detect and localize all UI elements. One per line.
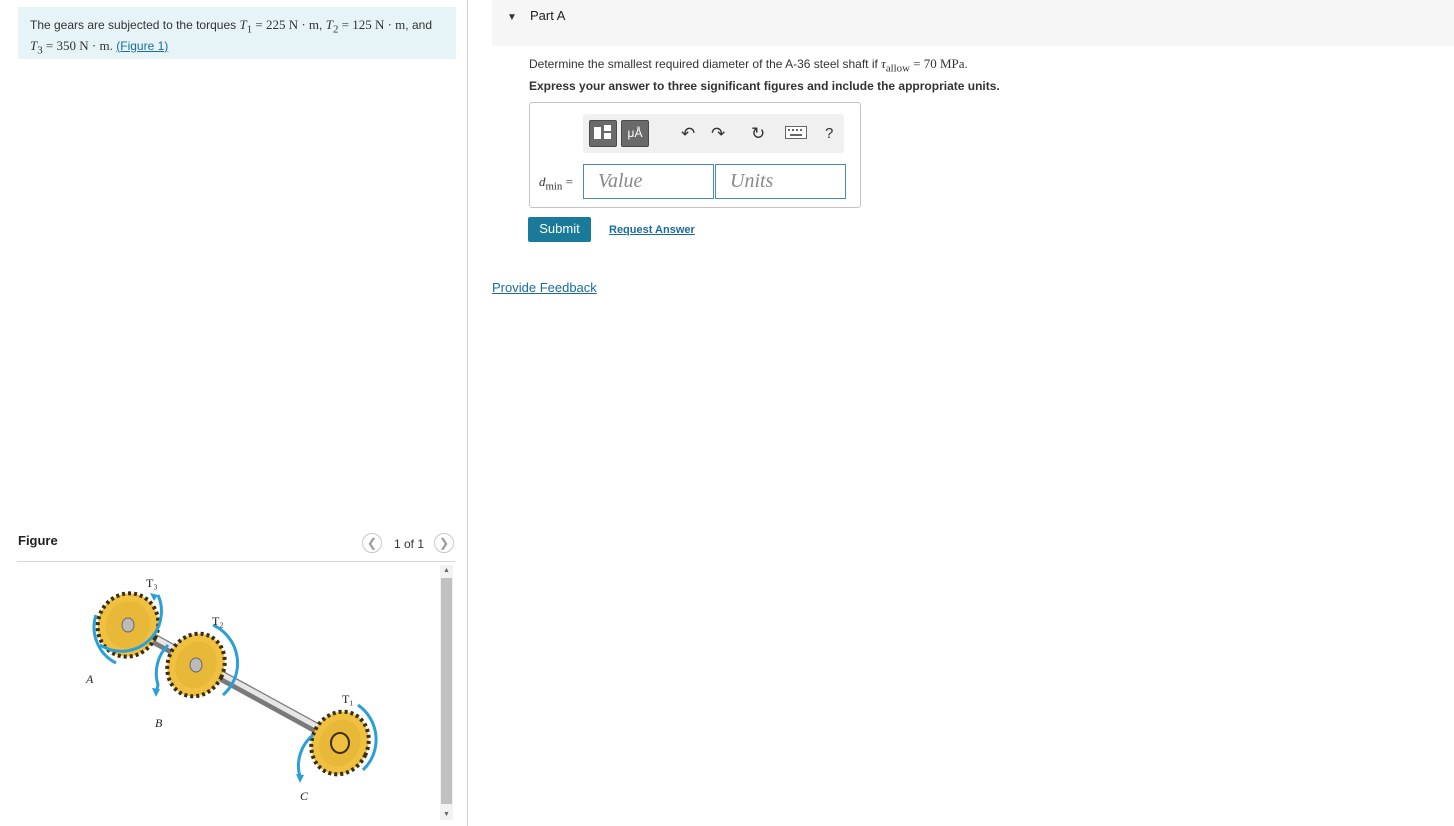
- scroll-thumb[interactable]: [441, 578, 452, 804]
- label-t3: T₃: [146, 576, 158, 590]
- keyboard-icon[interactable]: [785, 126, 807, 146]
- figure-divider: [17, 561, 455, 562]
- submit-button[interactable]: Submit: [528, 217, 591, 242]
- figure-scrollbar[interactable]: ▲ ▼: [440, 565, 453, 820]
- column-divider: [467, 0, 468, 826]
- units-tile[interactable]: μÅ: [621, 120, 649, 147]
- value-input[interactable]: Value: [583, 164, 714, 199]
- scroll-down-icon[interactable]: ▼: [440, 811, 453, 818]
- template-icon[interactable]: [589, 120, 617, 147]
- answer-box: μÅ ↶ ↷ ↻ ? dmin = Value Units: [529, 102, 861, 208]
- label-t2: T₂: [212, 614, 224, 628]
- figure-image: T₃ T₂ T₁ A B C: [18, 565, 436, 820]
- previous-figure-button[interactable]: ❮: [362, 533, 382, 553]
- gear-shaft-illustration: T₃ T₂ T₁ A B C: [85, 576, 378, 803]
- problem-statement: The gears are subjected to the torques T…: [18, 7, 456, 59]
- math-toolbar: μÅ ↶ ↷ ↻ ?: [583, 114, 844, 153]
- gear-c: [296, 703, 378, 783]
- collapse-caret-icon[interactable]: ▼: [507, 12, 517, 23]
- undo-icon[interactable]: ↶: [681, 124, 695, 144]
- t2-math: T2 = 125 N · m: [325, 17, 406, 36]
- redo-icon[interactable]: ↷: [711, 124, 725, 144]
- answer-instruction: Express your answer to three significant…: [529, 79, 1000, 93]
- t3-math: T3 = 350 N · m: [30, 37, 110, 57]
- figure-link[interactable]: (Figure 1): [116, 39, 168, 53]
- help-icon[interactable]: ?: [825, 124, 833, 144]
- part-title[interactable]: Part A: [530, 8, 565, 23]
- gear-a: [92, 591, 163, 665]
- answer-label: dmin =: [539, 174, 573, 193]
- figure-title: Figure: [18, 533, 58, 548]
- problem-prefix: The gears are subjected to the torques: [30, 18, 240, 32]
- provide-feedback-link[interactable]: Provide Feedback: [492, 280, 597, 295]
- scroll-up-icon[interactable]: ▲: [440, 567, 453, 574]
- part-a-header[interactable]: [492, 0, 1454, 46]
- t1-math: T1 = 225 N · m: [239, 17, 320, 36]
- label-t1: T₁: [342, 692, 354, 706]
- gear-b: [152, 623, 240, 699]
- label-b: B: [155, 716, 163, 730]
- label-a: A: [85, 672, 94, 686]
- request-answer-link[interactable]: Request Answer: [609, 224, 695, 236]
- units-input[interactable]: Units: [715, 164, 846, 199]
- next-figure-button[interactable]: ❯: [434, 533, 454, 553]
- question-text: Determine the smallest required diameter…: [529, 56, 968, 75]
- figure-pager-count: 1 of 1: [394, 537, 425, 551]
- label-c: C: [300, 789, 309, 803]
- reset-icon[interactable]: ↻: [751, 124, 765, 144]
